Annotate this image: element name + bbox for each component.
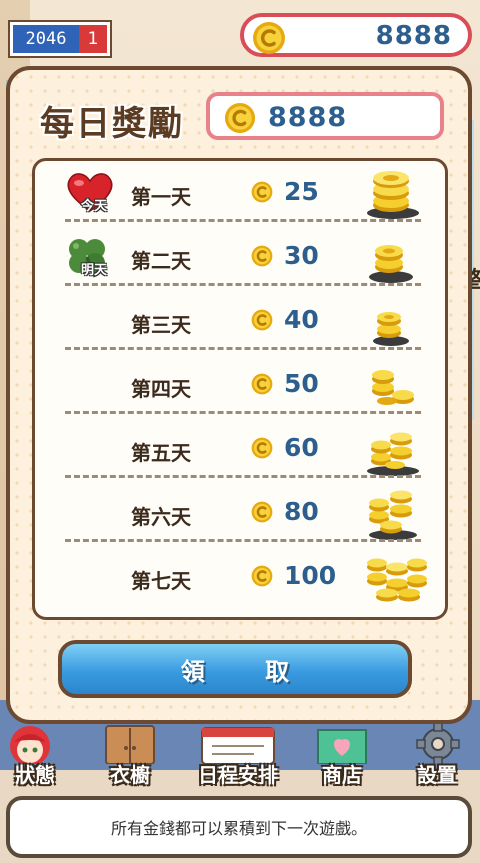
daily-reward-panel: 每日獎勵 8888 今天 第一天 25 明天 第二天 30 第三天 40 第四天… bbox=[6, 66, 472, 724]
tip-text: 所有金錢都可以累積到下一次遊戲。 bbox=[110, 819, 367, 838]
reward-amount: 50 bbox=[284, 369, 319, 398]
claim-button[interactable]: 領 取 bbox=[58, 640, 412, 698]
gear-icon bbox=[416, 724, 460, 764]
nav-settings[interactable]: 設置 bbox=[402, 724, 472, 790]
row-divider bbox=[65, 347, 421, 350]
coin-icon bbox=[251, 245, 273, 271]
panel-coin-counter: 8888 bbox=[206, 92, 444, 140]
row-divider bbox=[65, 283, 421, 286]
panel-title: 每日獎勵 bbox=[40, 104, 184, 144]
tip-bar: 所有金錢都可以累積到下一次遊戲。 bbox=[6, 796, 472, 858]
today-tag: 今天 bbox=[65, 171, 121, 219]
row-divider bbox=[65, 475, 421, 478]
coin-icon bbox=[251, 437, 273, 463]
coin-icon bbox=[251, 565, 273, 591]
coin-icon bbox=[251, 181, 273, 207]
character-icon bbox=[10, 726, 50, 764]
claim-button-label: 領 取 bbox=[180, 657, 316, 686]
nav-schedule[interactable]: 日程安排 bbox=[184, 724, 292, 790]
coin-icon bbox=[251, 501, 273, 527]
row-divider bbox=[65, 411, 421, 414]
row-divider bbox=[65, 219, 421, 222]
nav-shop-label: 商店 bbox=[322, 763, 362, 787]
reward-row-day1: 今天 第一天 25 bbox=[35, 165, 445, 228]
coin-stack-icon bbox=[365, 169, 421, 225]
reward-row-day6: 第六天 80 bbox=[35, 485, 445, 548]
nav-wardrobe-label: 衣櫥 bbox=[110, 763, 150, 787]
day-label: 第四天 bbox=[131, 377, 191, 401]
coin-icon bbox=[252, 21, 286, 59]
date-badge: 2046 1 bbox=[10, 22, 110, 56]
coin-icon bbox=[251, 309, 273, 335]
coin-total: 8888 bbox=[375, 21, 452, 51]
nav-status[interactable]: 狀態 bbox=[0, 724, 70, 790]
tomorrow-label: 明天 bbox=[81, 263, 108, 278]
day-label: 第二天 bbox=[131, 249, 191, 273]
coin-stack-icon bbox=[365, 489, 421, 545]
nav-wardrobe[interactable]: 衣櫥 bbox=[92, 724, 168, 790]
tomorrow-tag: 明天 bbox=[65, 235, 121, 283]
reward-amount: 60 bbox=[284, 433, 319, 462]
reward-amount: 80 bbox=[284, 497, 319, 526]
coin-stack-icon bbox=[365, 425, 421, 481]
coin-counter: 8888 bbox=[240, 13, 472, 57]
shop-icon bbox=[317, 729, 367, 764]
reward-row-day2: 明天 第二天 30 bbox=[35, 229, 445, 292]
coin-stack-icon bbox=[365, 553, 429, 609]
reward-row-day5: 第五天 60 bbox=[35, 421, 445, 484]
day-label: 第七天 bbox=[131, 569, 191, 593]
nav-status-label: 狀態 bbox=[15, 763, 55, 787]
nav-schedule-label: 日程安排 bbox=[198, 763, 278, 787]
coin-stack-icon bbox=[365, 297, 421, 353]
wardrobe-icon bbox=[105, 725, 155, 764]
day-label: 第一天 bbox=[131, 185, 191, 209]
year-value: 2046 bbox=[25, 29, 67, 49]
nav-shop[interactable]: 商店 bbox=[304, 724, 380, 790]
month-value: 1 bbox=[79, 25, 107, 53]
coin-icon bbox=[251, 373, 273, 399]
day-label: 第六天 bbox=[131, 505, 191, 529]
reward-amount: 40 bbox=[284, 305, 319, 334]
coin-icon bbox=[224, 102, 256, 138]
reward-amount: 25 bbox=[284, 177, 319, 206]
reward-amount: 30 bbox=[284, 241, 319, 270]
coin-stack-icon bbox=[365, 233, 421, 289]
reward-amount: 100 bbox=[284, 561, 337, 590]
row-divider bbox=[65, 539, 421, 542]
panel-coin-total: 8888 bbox=[268, 102, 348, 133]
reward-row-day7: 第七天 100 bbox=[35, 549, 445, 612]
nav-settings-label: 設置 bbox=[417, 763, 457, 787]
reward-row-day3: 第三天 40 bbox=[35, 293, 445, 356]
bottom-nav: 狀態 衣櫥 日程安排 商店 設置 bbox=[0, 724, 480, 790]
coin-stack-icon bbox=[365, 361, 421, 417]
day-label: 第五天 bbox=[131, 441, 191, 465]
reward-row-day4: 第四天 50 bbox=[35, 357, 445, 420]
day-label: 第三天 bbox=[131, 313, 191, 337]
schedule-icon bbox=[201, 727, 275, 764]
today-label: 今天 bbox=[81, 199, 108, 214]
reward-list: 今天 第一天 25 明天 第二天 30 第三天 40 第四天 50 第五天 60… bbox=[32, 158, 448, 620]
